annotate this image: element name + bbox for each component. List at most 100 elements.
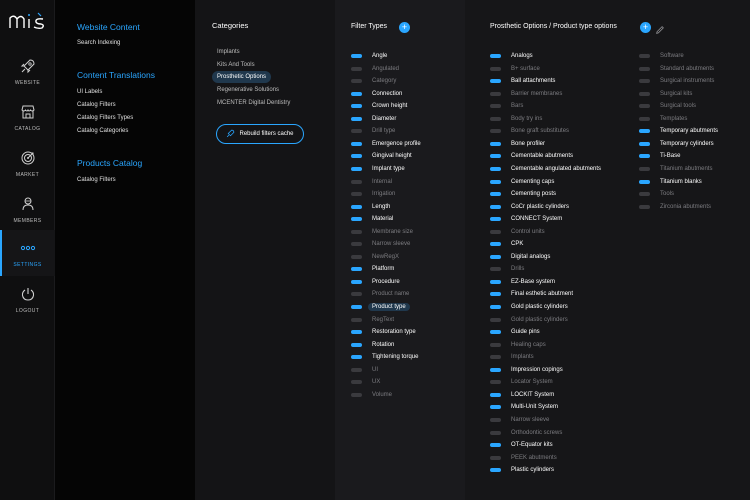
option-row[interactable]: Category bbox=[351, 76, 396, 87]
visibility-toggle[interactable] bbox=[351, 267, 362, 272]
visibility-toggle[interactable] bbox=[490, 229, 501, 234]
visibility-toggle[interactable] bbox=[490, 154, 501, 159]
mis-logo[interactable] bbox=[8, 10, 48, 32]
visibility-toggle[interactable] bbox=[351, 79, 362, 84]
option-row[interactable]: EZ-Base system bbox=[490, 276, 555, 287]
visibility-toggle[interactable] bbox=[490, 405, 501, 410]
visibility-toggle[interactable] bbox=[351, 367, 362, 372]
option-row[interactable]: Cementable angulated abutments bbox=[490, 163, 601, 174]
visibility-toggle[interactable] bbox=[490, 54, 501, 58]
option-row[interactable]: Drill type bbox=[351, 126, 395, 137]
option-row[interactable]: Gold plastic cylinders bbox=[490, 314, 568, 325]
option-row[interactable]: RegText bbox=[351, 314, 394, 325]
option-row[interactable]: Product type bbox=[351, 302, 410, 313]
visibility-toggle[interactable] bbox=[639, 141, 650, 146]
visibility-toggle[interactable] bbox=[639, 54, 650, 58]
option-row[interactable]: Cementing posts bbox=[490, 189, 556, 200]
option-row[interactable]: Platform bbox=[351, 264, 394, 275]
menu-item-catalog-filters[interactable]: Catalog Filters bbox=[77, 102, 116, 108]
option-row[interactable]: Orthodontic screws bbox=[490, 427, 562, 438]
visibility-toggle[interactable] bbox=[490, 267, 501, 272]
visibility-toggle[interactable] bbox=[639, 179, 650, 184]
option-row[interactable]: Volume bbox=[351, 389, 392, 400]
visibility-toggle[interactable] bbox=[490, 292, 501, 297]
option-row[interactable]: Templates bbox=[639, 113, 687, 124]
nav-settings[interactable]: SETTINGS bbox=[0, 230, 55, 276]
option-row[interactable]: Crown height bbox=[351, 101, 407, 112]
menu-item-products-catalog-filters[interactable]: Catalog Filters bbox=[77, 177, 116, 183]
option-row[interactable]: Surgical kits bbox=[639, 88, 692, 99]
option-row[interactable]: Irrigation bbox=[351, 189, 395, 200]
visibility-toggle[interactable] bbox=[351, 54, 362, 58]
visibility-toggle[interactable] bbox=[639, 166, 650, 171]
option-row[interactable]: Software bbox=[639, 51, 684, 62]
option-row[interactable]: PEEK abutments bbox=[490, 452, 557, 463]
menu-item-search-indexing[interactable]: Search Indexing bbox=[77, 40, 120, 46]
visibility-toggle[interactable] bbox=[351, 166, 362, 171]
visibility-toggle[interactable] bbox=[490, 104, 501, 109]
visibility-toggle[interactable] bbox=[351, 66, 362, 71]
option-row[interactable]: Ti-Base bbox=[639, 151, 680, 162]
option-row[interactable]: UX bbox=[351, 377, 380, 388]
option-row[interactable]: Ball attachments bbox=[490, 76, 555, 87]
option-row[interactable]: Tools bbox=[639, 189, 674, 200]
visibility-toggle[interactable] bbox=[490, 443, 501, 448]
nav-members[interactable]: MEMBERS bbox=[0, 186, 55, 232]
visibility-toggle[interactable] bbox=[490, 179, 501, 184]
option-row[interactable]: Final esthetic abutment bbox=[490, 289, 573, 300]
option-row[interactable]: Length bbox=[351, 201, 390, 212]
visibility-toggle[interactable] bbox=[351, 342, 362, 347]
option-row[interactable]: Impression copings bbox=[490, 364, 563, 375]
visibility-toggle[interactable] bbox=[490, 129, 501, 134]
option-row[interactable]: Internal bbox=[351, 176, 392, 187]
visibility-toggle[interactable] bbox=[490, 380, 501, 385]
category-item-active[interactable]: Prosthetic Options bbox=[212, 71, 272, 83]
visibility-toggle[interactable] bbox=[351, 279, 362, 284]
option-row[interactable]: Standard abutments bbox=[639, 63, 714, 74]
option-row[interactable]: CPK bbox=[490, 239, 523, 250]
option-row[interactable]: Procedure bbox=[351, 276, 400, 287]
option-row[interactable]: Narrow sleeve bbox=[490, 414, 549, 425]
option-row[interactable]: Cementable abutments bbox=[490, 151, 573, 162]
visibility-toggle[interactable] bbox=[351, 154, 362, 159]
category-item[interactable]: Kits And Tools bbox=[212, 59, 260, 71]
option-row[interactable]: Control units bbox=[490, 226, 545, 237]
visibility-toggle[interactable] bbox=[490, 79, 501, 84]
visibility-toggle[interactable] bbox=[639, 79, 650, 84]
option-row[interactable]: Rotation bbox=[351, 339, 394, 350]
option-row[interactable]: Zirconia abutments bbox=[639, 201, 711, 212]
visibility-toggle[interactable] bbox=[351, 104, 362, 109]
visibility-toggle[interactable] bbox=[351, 242, 362, 247]
category-item[interactable]: Implants bbox=[212, 46, 245, 58]
visibility-toggle[interactable] bbox=[490, 317, 501, 322]
option-row[interactable]: Bone profiler bbox=[490, 138, 545, 149]
option-row[interactable]: Angulated bbox=[351, 63, 399, 74]
visibility-toggle[interactable] bbox=[490, 330, 501, 335]
option-row[interactable]: Implant type bbox=[351, 163, 405, 174]
option-row[interactable]: Titanium abutments bbox=[639, 163, 712, 174]
option-row[interactable]: OT-Equator kits bbox=[490, 440, 553, 451]
visibility-toggle[interactable] bbox=[351, 204, 362, 209]
visibility-toggle[interactable] bbox=[351, 192, 362, 197]
option-row[interactable]: Healing caps bbox=[490, 339, 546, 350]
option-row[interactable]: Plastic cylinders bbox=[490, 465, 554, 476]
visibility-toggle[interactable] bbox=[490, 192, 501, 197]
rebuild-filters-cache-button[interactable]: Rebuild filters cache bbox=[216, 124, 304, 144]
visibility-toggle[interactable] bbox=[351, 305, 362, 309]
option-row[interactable]: Emergence profile bbox=[351, 138, 421, 149]
option-row[interactable]: Surgical tools bbox=[639, 101, 696, 112]
visibility-toggle[interactable] bbox=[490, 417, 501, 422]
nav-catalog[interactable]: CATALOG bbox=[0, 94, 55, 140]
visibility-toggle[interactable] bbox=[351, 380, 362, 385]
option-row[interactable]: B+ surface bbox=[490, 63, 540, 74]
option-row[interactable]: Body try ins bbox=[490, 113, 542, 124]
option-row[interactable]: Bars bbox=[490, 101, 523, 112]
option-row[interactable]: Gingival height bbox=[351, 151, 412, 162]
visibility-toggle[interactable] bbox=[490, 242, 501, 247]
visibility-toggle[interactable] bbox=[490, 217, 501, 222]
option-row[interactable]: Angle bbox=[351, 51, 387, 62]
option-row[interactable]: CoCr plastic cylinders bbox=[490, 201, 569, 212]
option-row[interactable]: Analogs bbox=[490, 51, 533, 62]
visibility-toggle[interactable] bbox=[351, 392, 362, 397]
visibility-toggle[interactable] bbox=[490, 141, 501, 146]
